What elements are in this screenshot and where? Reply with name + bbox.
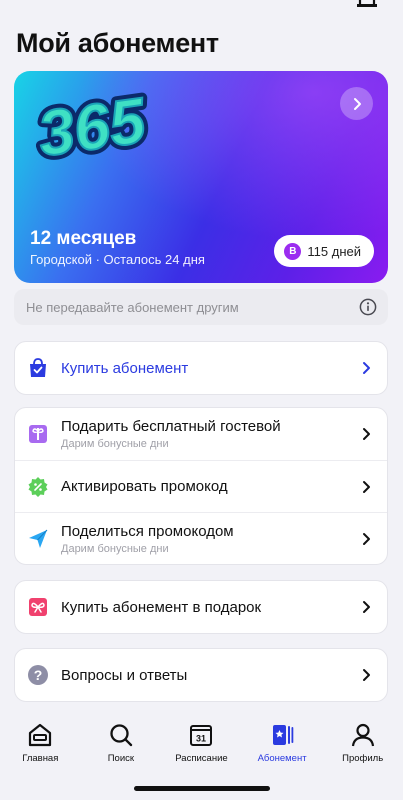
tab-schedule-label: Расписание xyxy=(175,753,228,764)
share-promo-sub: Дарим бонусные дни xyxy=(61,542,169,555)
tab-schedule[interactable]: 31 Расписание xyxy=(161,722,241,764)
tab-search[interactable]: Поиск xyxy=(81,722,161,764)
subscription-details: Городской · Осталось 24 дня xyxy=(30,252,205,267)
activate-promo-row[interactable]: Активировать промокод xyxy=(15,460,387,512)
bonus-b-icon: B xyxy=(284,242,302,260)
faq-label: Вопросы и ответы xyxy=(61,666,188,684)
buy-card: Купить абонемент xyxy=(14,341,388,395)
svg-text:31: 31 xyxy=(196,734,206,744)
shopping-bag-icon xyxy=(30,358,46,377)
chevron-right-icon xyxy=(363,428,370,440)
chevron-right-icon xyxy=(363,532,370,545)
bell-icon[interactable] xyxy=(353,0,381,10)
logo-365: 365 365 xyxy=(32,89,150,161)
subscription-period: 12 месяцев xyxy=(30,228,137,249)
bonus-days-label: 115 дней xyxy=(307,243,361,259)
tab-subscription-label: Абонемент xyxy=(257,753,307,764)
gift-guest-row[interactable]: Подарить бесплатный гостевой Дарим бонус… xyxy=(15,408,387,460)
share-promo-label: Поделиться промокодом xyxy=(61,522,234,540)
notice-text: Не передавайте абонемент другим xyxy=(26,299,239,315)
buy-gift-row[interactable]: Купить абонемент в подарок xyxy=(15,581,387,633)
home-indicator xyxy=(134,786,270,791)
bow-gift-icon xyxy=(29,598,47,616)
tab-subscription[interactable]: Абонемент xyxy=(242,722,322,764)
open-subscription-button[interactable] xyxy=(340,87,373,120)
share-promo-row[interactable]: Поделиться промокодом Дарим бонусные дни xyxy=(15,512,387,564)
tab-bar: Главная Поиск 31 Расписание Абонемент Пр… xyxy=(0,722,403,772)
svg-text:365: 365 xyxy=(34,89,150,161)
buy-subscription-label: Купить абонемент xyxy=(61,359,189,377)
percent-badge-icon xyxy=(28,476,48,497)
calendar-icon: 31 xyxy=(190,725,213,746)
faq-card: ? Вопросы и ответы xyxy=(14,648,388,702)
svg-text:?: ? xyxy=(34,667,43,683)
gift-guest-sub: Дарим бонусные дни xyxy=(61,438,169,450)
chevron-right-icon xyxy=(363,362,370,374)
profile-icon xyxy=(351,723,374,747)
chevron-right-icon xyxy=(363,480,370,493)
page-title: Мой абонемент xyxy=(16,28,219,58)
notice-bar: Не передавайте абонемент другим xyxy=(14,289,388,325)
chevron-right-icon xyxy=(363,601,370,613)
gift-card: Купить абонемент в подарок xyxy=(14,580,388,634)
subscription-card[interactable]: 365 365 12 месяцев Городской · Осталось … xyxy=(14,71,388,283)
gift-icon xyxy=(29,425,47,443)
activate-promo-label: Активировать промокод xyxy=(61,478,228,495)
send-plane-icon xyxy=(29,529,48,548)
buy-subscription-row[interactable]: Купить абонемент xyxy=(15,342,387,394)
chevron-right-icon xyxy=(353,97,361,110)
home-icon xyxy=(29,723,52,747)
promo-card: Подарить бесплатный гостевой Дарим бонус… xyxy=(14,407,388,565)
tab-profile-label: Профиль xyxy=(342,753,384,764)
faq-row[interactable]: ? Вопросы и ответы xyxy=(15,649,387,701)
tab-home[interactable]: Главная xyxy=(0,722,80,764)
chevron-right-icon xyxy=(363,669,370,681)
info-icon[interactable] xyxy=(359,298,377,316)
search-icon xyxy=(110,724,133,747)
pass-icon xyxy=(273,725,294,745)
question-icon: ? xyxy=(28,665,48,685)
tab-search-label: Поиск xyxy=(107,753,135,764)
buy-gift-label: Купить абонемент в подарок xyxy=(61,598,262,616)
tab-profile[interactable]: Профиль xyxy=(323,722,403,764)
tab-home-label: Главная xyxy=(22,753,59,764)
gift-guest-label: Подарить бесплатный гостевой xyxy=(61,418,281,435)
bonus-days-badge[interactable]: B 115 дней xyxy=(274,235,374,267)
